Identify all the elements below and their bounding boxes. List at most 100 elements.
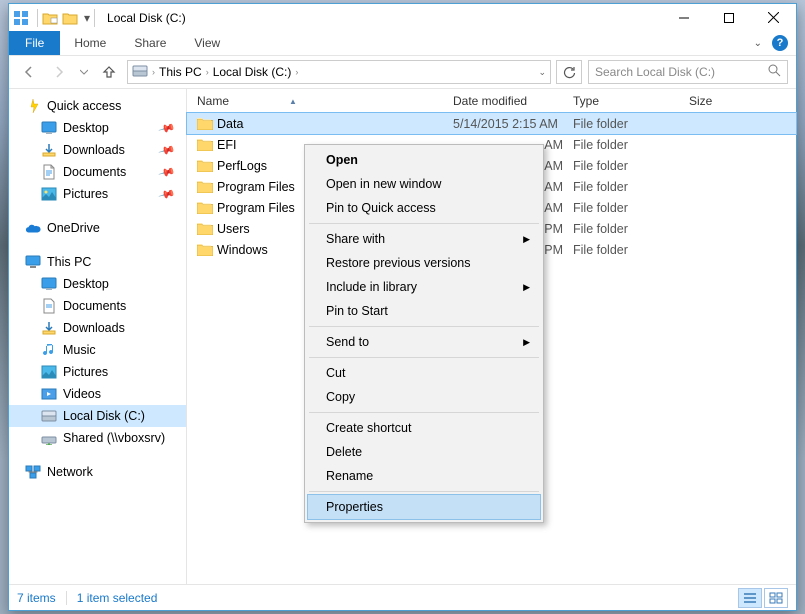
tab-view[interactable]: View [180,31,234,55]
context-menu-item[interactable]: Pin to Quick access [308,196,540,220]
nav-label: Quick access [47,99,121,113]
status-item-count: 7 items [17,591,56,605]
maximize-button[interactable] [706,4,751,31]
nav-label: This PC [47,255,91,269]
minimize-button[interactable] [661,4,706,31]
documents-icon [41,164,57,180]
nav-pc-documents[interactable]: Documents [9,295,186,317]
window-title: Local Disk (C:) [107,11,186,25]
submenu-arrow-icon: ▶ [523,282,530,293]
context-menu-item[interactable]: Open [308,148,540,172]
context-menu-label: Delete [326,445,362,459]
close-button[interactable] [751,4,796,31]
folder-icon [197,201,217,214]
breadcrumb[interactable]: › This PC › Local Disk (C:) › ⌄ [127,60,551,84]
context-menu-separator [309,357,539,358]
crumb-location[interactable]: Local Disk (C:) [213,65,292,79]
crumb-root[interactable]: This PC [159,65,202,79]
nav-quick-access[interactable]: Quick access [9,95,186,117]
folder-icon [197,138,217,151]
context-menu-label: Include in library [326,280,417,294]
pin-icon: 📌 [158,185,176,203]
nav-label: Pictures [63,187,108,201]
context-menu-item[interactable]: Cut [308,361,540,385]
file-type: File folder [573,138,689,152]
explorer-window: ▾ Local Disk (C:) File Home Share View ⌄… [8,3,797,611]
nav-pc-local-disk[interactable]: Local Disk (C:) [9,405,186,427]
file-row[interactable]: Data5/14/2015 2:15 AMFile folder [187,113,796,134]
downloads-icon [41,142,57,158]
nav-pc-videos[interactable]: Videos [9,383,186,405]
nav-pictures[interactable]: Pictures 📌 [9,183,186,205]
context-menu-item[interactable]: Copy [308,385,540,409]
context-menu-separator [309,412,539,413]
nav-label: OneDrive [47,221,100,235]
context-menu-item[interactable]: Pin to Start [308,299,540,323]
nav-onedrive[interactable]: OneDrive [9,217,186,239]
up-button[interactable] [97,60,121,84]
nav-label: Downloads [63,143,125,157]
address-bar: › This PC › Local Disk (C:) › ⌄ Search L… [9,56,796,89]
address-dropdown-icon[interactable]: ⌄ [538,67,546,78]
context-menu-item[interactable]: Properties [308,495,540,519]
ribbon-expand-icon[interactable]: ⌄ [754,38,762,49]
nav-pc-shared[interactable]: Shared (\\vboxsrv) [9,427,186,449]
context-menu-label: Rename [326,469,373,483]
context-menu-item[interactable]: Include in library ▶ [308,275,540,299]
file-type: File folder [573,159,689,173]
pin-icon: 📌 [158,119,176,137]
context-menu-item[interactable]: Rename [308,464,540,488]
context-menu-separator [309,223,539,224]
status-selected-count: 1 item selected [77,591,158,605]
search-input[interactable]: Search Local Disk (C:) [588,60,788,84]
nav-label: Network [47,465,93,479]
context-menu-item[interactable]: Delete [308,440,540,464]
refresh-button[interactable] [556,60,582,84]
column-date[interactable]: Date modified [453,94,573,108]
folder-icon [197,117,217,130]
context-menu-item[interactable]: Open in new window [308,172,540,196]
large-icons-view-button[interactable] [764,588,788,608]
context-menu-label: Open in new window [326,177,441,191]
column-size[interactable]: Size [689,94,796,108]
context-menu-item[interactable]: Create shortcut [308,416,540,440]
nav-pc-downloads[interactable]: Downloads [9,317,186,339]
context-menu-item[interactable]: Restore previous versions [308,251,540,275]
nav-pc-desktop[interactable]: Desktop [9,273,186,295]
pictures-icon [41,186,57,202]
folder-icon [197,243,217,256]
forward-button[interactable] [47,60,71,84]
back-button[interactable] [17,60,41,84]
ribbon-tabs: File Home Share View ⌄ ? [9,31,796,56]
tab-home[interactable]: Home [60,31,120,55]
details-view-button[interactable] [738,588,762,608]
recent-locations-button[interactable] [77,60,91,84]
nav-label: Local Disk (C:) [63,409,145,423]
downloads-icon [41,320,57,336]
nav-network[interactable]: Network [9,461,186,483]
column-type[interactable]: Type [573,94,689,108]
help-icon[interactable]: ? [772,35,788,51]
navigation-pane: Quick access Desktop📌 Downloads📌 Documen… [9,89,187,584]
folder-prop-icon[interactable] [42,10,58,26]
music-icon [41,342,57,358]
nav-downloads[interactable]: Downloads📌 [9,139,186,161]
context-menu-item[interactable]: Send to▶ [308,330,540,354]
qat-overflow-icon[interactable]: ▾ [84,11,90,25]
videos-icon [41,386,57,402]
context-menu-label: Open [326,153,358,167]
context-menu-item[interactable]: Share with▶ [308,227,540,251]
context-menu-label: Pin to Quick access [326,201,436,215]
submenu-arrow-icon: ▶ [523,234,530,245]
file-type: File folder [573,201,689,215]
column-name[interactable]: Name▲ [197,94,453,108]
tab-file[interactable]: File [9,31,60,55]
new-folder-icon[interactable] [62,10,78,26]
nav-documents[interactable]: Documents📌 [9,161,186,183]
search-placeholder: Search Local Disk (C:) [595,65,715,79]
nav-this-pc[interactable]: This PC [9,251,186,273]
tab-share[interactable]: Share [120,31,180,55]
nav-desktop[interactable]: Desktop📌 [9,117,186,139]
nav-pc-pictures[interactable]: Pictures [9,361,186,383]
nav-pc-music[interactable]: Music [9,339,186,361]
